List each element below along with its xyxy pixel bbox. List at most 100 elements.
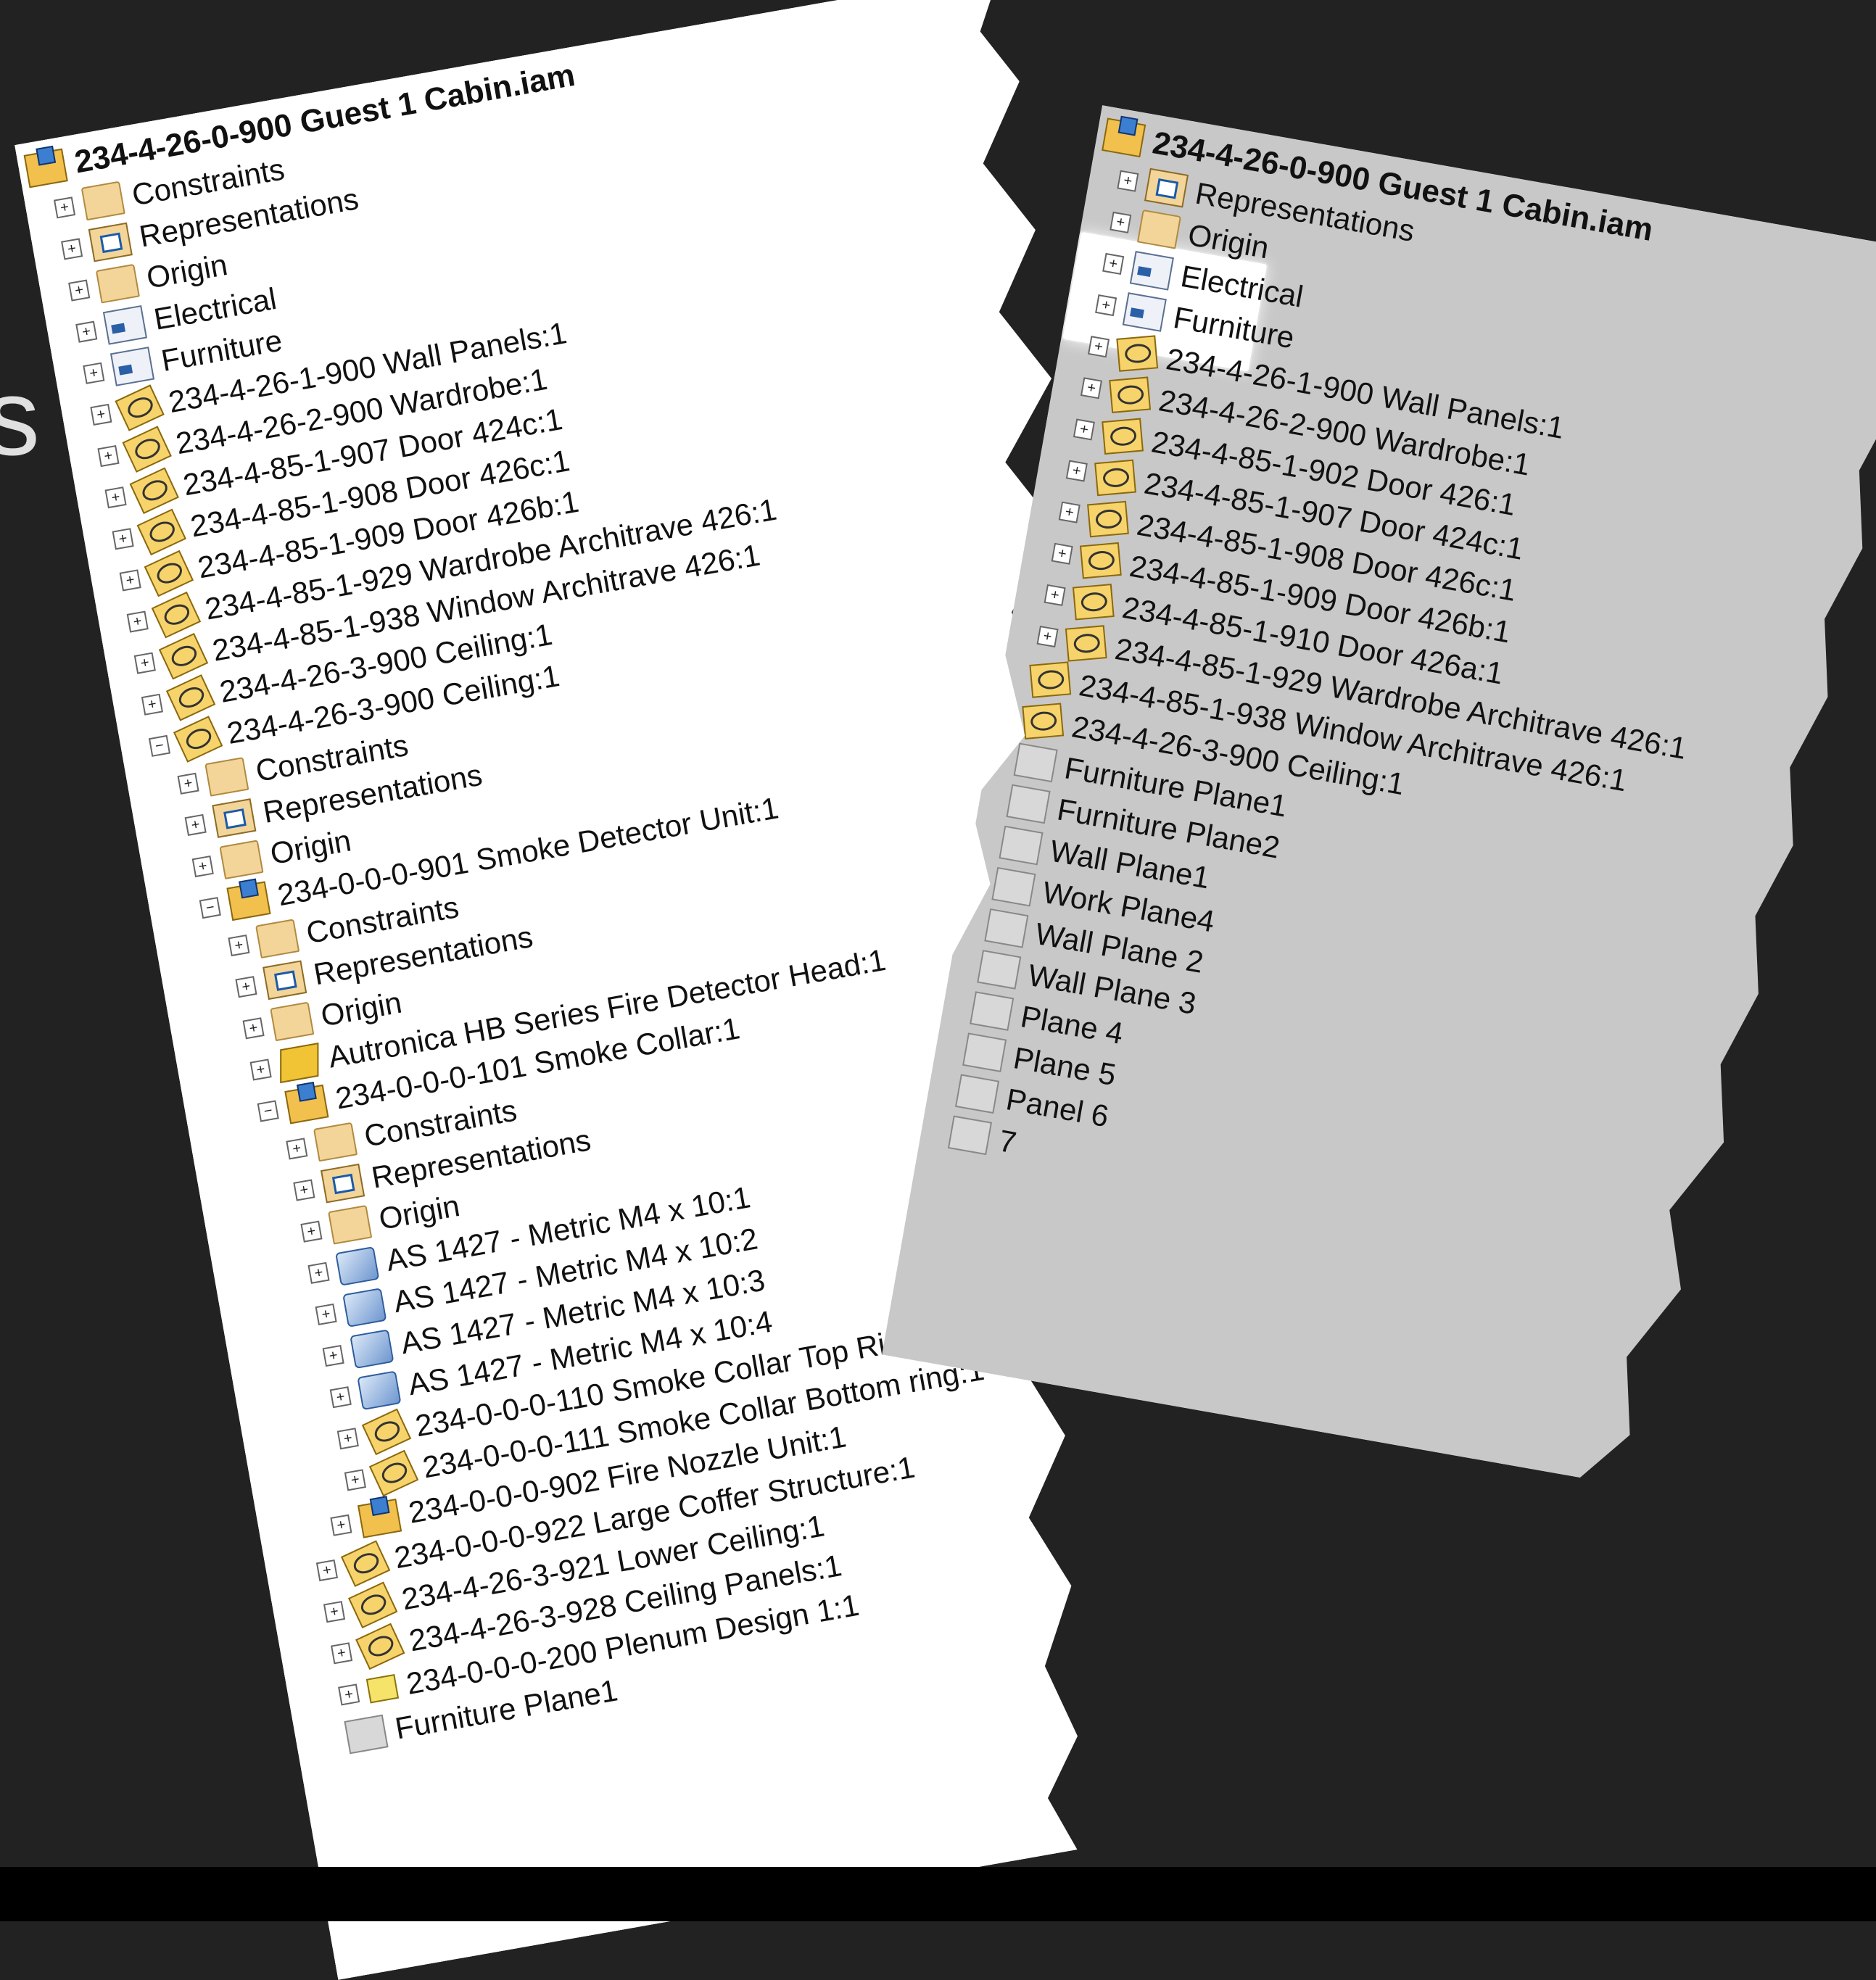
plane-icon	[1006, 784, 1050, 824]
folder-icon	[96, 264, 140, 304]
subassembly-icon	[144, 550, 194, 597]
expand-icon[interactable]: +	[286, 1138, 307, 1159]
expand-icon[interactable]: +	[104, 486, 126, 508]
plane-icon	[955, 1074, 999, 1114]
expand-icon[interactable]: +	[83, 363, 104, 384]
expand-icon[interactable]: +	[1059, 502, 1080, 523]
expand-icon[interactable]: +	[1095, 294, 1117, 316]
expand-icon[interactable]: +	[300, 1221, 322, 1243]
expand-icon[interactable]: +	[338, 1683, 360, 1705]
expand-icon[interactable]: +	[293, 1179, 315, 1201]
tree-root-item[interactable]: 234-4-26-0-900 Guest 1 Cabin.iam	[23, 54, 579, 192]
expand-icon[interactable]: +	[1117, 170, 1139, 192]
subassembly-icon	[348, 1582, 397, 1629]
plane-icon	[977, 950, 1021, 990]
subassembly-icon	[115, 384, 164, 431]
expand-icon[interactable]: +	[228, 935, 249, 956]
bolt-icon	[342, 1288, 387, 1327]
collapse-icon[interactable]: −	[257, 1100, 279, 1122]
subassembly-icon	[1116, 335, 1158, 372]
expand-icon[interactable]: +	[242, 1017, 264, 1039]
folder-icon	[1137, 210, 1181, 249]
subassembly-icon	[1109, 376, 1151, 413]
collapse-icon[interactable]: −	[199, 897, 221, 919]
subassembly-icon	[1102, 418, 1144, 455]
expand-icon[interactable]: +	[337, 1428, 359, 1449]
expand-icon[interactable]: +	[330, 1386, 352, 1408]
expand-icon[interactable]: +	[90, 404, 112, 426]
expand-icon[interactable]: +	[315, 1304, 337, 1325]
folder-icon	[255, 919, 299, 958]
expand-icon[interactable]: +	[1051, 543, 1073, 565]
subassembly-icon	[1087, 501, 1129, 538]
representations-icon	[321, 1164, 365, 1204]
expand-icon[interactable]: +	[141, 694, 163, 716]
expand-icon[interactable]: +	[1088, 336, 1110, 357]
expand-icon[interactable]: +	[330, 1515, 352, 1536]
plane-icon	[970, 991, 1014, 1031]
subassembly-icon	[1094, 460, 1136, 497]
subassembly-icon	[1073, 584, 1115, 621]
bolt-icon	[350, 1329, 394, 1369]
plane-icon	[948, 1116, 992, 1156]
subassembly-icon	[173, 716, 223, 763]
expand-icon[interactable]: +	[323, 1601, 345, 1623]
expand-icon[interactable]: +	[1044, 584, 1066, 606]
representations-icon	[88, 223, 133, 262]
subassembly-icon	[152, 592, 201, 639]
assembly-icon	[24, 149, 68, 189]
expand-icon[interactable]: +	[323, 1345, 344, 1367]
subassembly-icon	[341, 1540, 390, 1587]
expand-icon[interactable]: +	[1073, 418, 1095, 440]
expand-icon[interactable]: +	[1102, 253, 1124, 275]
expand-icon[interactable]: +	[120, 569, 141, 591]
expand-icon[interactable]: +	[1037, 626, 1059, 647]
plane-icon	[1014, 742, 1058, 782]
assembly-icon	[226, 881, 270, 921]
expand-icon[interactable]: +	[331, 1642, 352, 1664]
subassembly-icon	[1080, 542, 1122, 579]
expand-icon[interactable]: +	[68, 280, 90, 302]
expand-icon[interactable]: +	[112, 528, 134, 550]
expand-icon[interactable]: +	[75, 321, 97, 343]
background-letter: s	[0, 356, 40, 478]
expand-icon[interactable]: +	[235, 976, 257, 998]
representations-icon	[212, 798, 256, 838]
expand-icon[interactable]: +	[307, 1262, 329, 1284]
tree-item-label: 7	[996, 1123, 1020, 1160]
expand-icon[interactable]: +	[54, 196, 75, 218]
expand-icon[interactable]: +	[1080, 377, 1102, 399]
subassembly-icon	[137, 509, 186, 556]
plane-icon	[999, 826, 1043, 866]
subassembly-icon	[159, 633, 208, 680]
expand-icon[interactable]: +	[185, 814, 207, 836]
expand-icon[interactable]: +	[134, 653, 156, 674]
small-part-icon	[366, 1674, 399, 1703]
subassembly-icon	[355, 1623, 405, 1670]
expand-icon[interactable]: +	[1066, 460, 1088, 482]
bolt-icon	[335, 1246, 379, 1286]
expand-icon[interactable]: +	[61, 238, 83, 260]
expand-icon[interactable]: +	[344, 1469, 366, 1491]
expand-icon[interactable]: +	[127, 610, 149, 632]
subassembly-icon	[166, 674, 215, 721]
expand-icon[interactable]: +	[192, 856, 214, 877]
plane-icon	[344, 1715, 388, 1755]
electrical-folder-icon	[1123, 292, 1167, 332]
bottom-black-band	[0, 1867, 1876, 1921]
part-icon	[280, 1043, 318, 1083]
expand-icon[interactable]: +	[250, 1059, 272, 1080]
expand-icon[interactable]: +	[178, 773, 199, 795]
expand-icon[interactable]: +	[316, 1559, 338, 1581]
representations-icon	[1144, 168, 1189, 208]
plane-icon	[984, 908, 1028, 948]
expand-icon[interactable]: +	[97, 445, 119, 467]
collapse-icon[interactable]: −	[149, 735, 170, 757]
electrical-folder-icon	[103, 305, 147, 345]
subassembly-icon	[369, 1450, 418, 1497]
representations-icon	[263, 960, 307, 1000]
subassembly-icon	[362, 1409, 411, 1456]
plane-icon	[991, 867, 1036, 907]
right-panel-body: 234-4-26-0-900 Guest 1 Cabin.iam + Represe…	[882, 105, 1876, 1499]
expand-icon[interactable]: +	[1110, 212, 1131, 233]
